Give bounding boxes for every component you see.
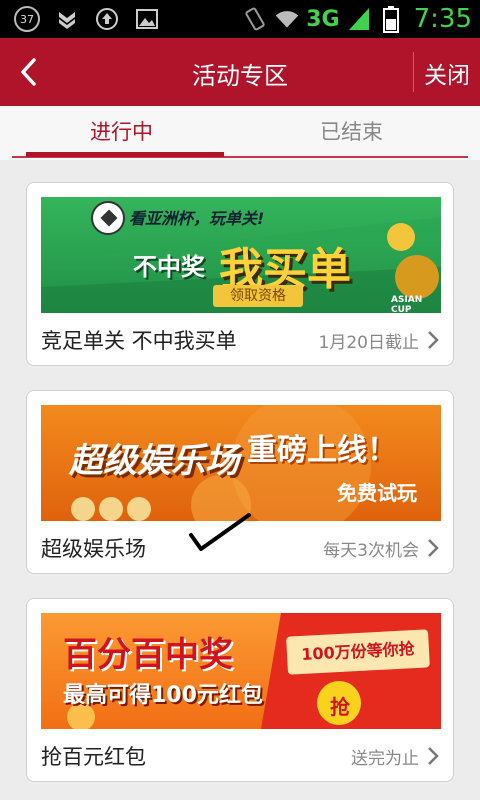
activity-banner-asian-cup[interactable]: 看亚洲杯，玩单关! 不中奖 我买单 领取资格 ASIAN CUP — [41, 197, 441, 313]
chevron-right-icon — [428, 747, 439, 765]
banner-slogan: 看亚洲杯，玩单关! — [129, 209, 265, 228]
tab-ended[interactable]: 已结束 — [320, 116, 383, 146]
checkmark-icon — [189, 513, 251, 551]
tab-bar: 进行中 已结束 — [0, 106, 480, 160]
banner-max-prize: 最高可得100元红包 — [63, 683, 263, 708]
activity-card[interactable]: 看亚洲杯，玩单关! 不中奖 我买单 领取资格 ASIAN CUP 竞足单关 不中… — [26, 182, 454, 366]
chevron-right-icon — [428, 331, 439, 349]
close-button[interactable]: 关闭 — [424, 56, 470, 90]
banner-launch-text: 重磅上线！ — [247, 433, 397, 468]
activity-title: 竞足单关 不中我买单 — [41, 329, 237, 353]
activity-title: 超级娱乐场 — [41, 537, 146, 561]
banner-headline-a: 不中奖 — [133, 253, 205, 281]
clock: 7:35 — [413, 4, 472, 34]
image-icon — [134, 6, 160, 32]
activity-status: 送完为止 — [351, 749, 419, 769]
tab-active-indicator — [26, 152, 224, 157]
asian-cup-logo: ASIAN CUP — [391, 295, 423, 313]
activity-banner-casino[interactable]: 超级娱乐场 重磅上线！ 免费试玩 — [41, 405, 441, 521]
activity-card[interactable]: 百分百中奖 最高可得100元红包 100万份等你抢 抢 抢百元红包 送完为止 — [26, 598, 454, 782]
battery-icon — [378, 6, 404, 33]
page-title: 活动专区 — [192, 62, 288, 90]
banner-win-text: 百分百中奖 — [63, 635, 233, 675]
activity-status: 每天3次机会 — [323, 541, 419, 561]
network-type: 3G — [306, 6, 340, 32]
app-header: 活动专区 关闭 — [0, 38, 480, 106]
shield-icon — [54, 6, 80, 32]
banner-quota-badge: 100万份等你抢 — [286, 629, 430, 675]
tab-in-progress[interactable]: 进行中 — [90, 116, 153, 146]
banner-grab-button: 抢 — [330, 695, 350, 719]
soccer-ball-icon — [91, 201, 125, 235]
banner-casino-title: 超级娱乐场 — [69, 441, 239, 481]
wifi-icon — [274, 6, 300, 32]
activity-card[interactable]: 超级娱乐场 重磅上线！ 免费试玩 超级娱乐场 每天3次机会 — [26, 390, 454, 574]
activity-status: 1月20日截止 — [318, 333, 419, 353]
upload-icon — [94, 6, 120, 32]
activity-banner-red-packet[interactable]: 百分百中奖 最高可得100元红包 100万份等你抢 抢 — [41, 613, 441, 729]
banner-free-trial: 免费试玩 — [337, 481, 417, 505]
vibrate-icon — [242, 6, 268, 32]
notification-count-icon: 37 — [14, 6, 40, 32]
banner-claim-button: 领取资格 — [213, 285, 303, 307]
status-bar: 37 3G 7:35 — [0, 0, 480, 38]
signal-icon — [346, 6, 372, 32]
chevron-right-icon — [428, 539, 439, 557]
header-divider — [413, 52, 414, 92]
activity-title: 抢百元红包 — [41, 745, 146, 769]
